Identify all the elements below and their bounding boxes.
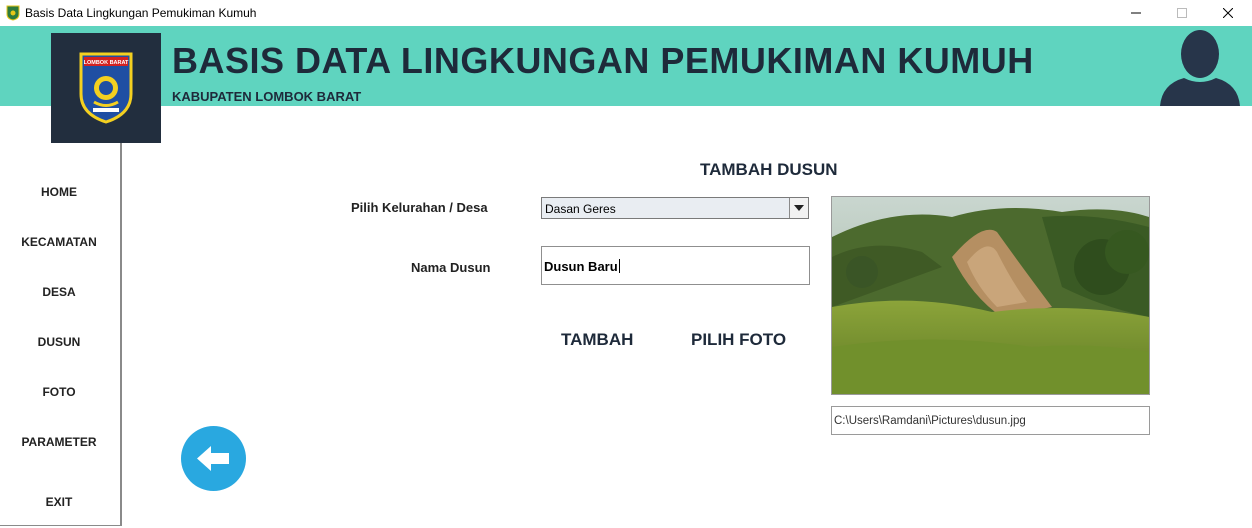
back-button[interactable] <box>181 426 246 491</box>
app-subtitle: KABUPATEN LOMBOK BARAT <box>172 89 362 104</box>
photo-path-value: C:\Users\Ramdani\Pictures\dusun.jpg <box>834 415 1026 427</box>
minimize-button[interactable] <box>1113 0 1159 26</box>
emblem-label: LOMBOK BARAT <box>84 60 129 66</box>
landscape-photo <box>832 197 1149 394</box>
user-silhouette-icon <box>1160 30 1240 106</box>
sidebar-item-exit[interactable]: EXIT <box>0 495 118 509</box>
tambah-button[interactable]: TAMBAH <box>561 330 633 350</box>
logo-panel: LOMBOK BARAT <box>51 33 161 143</box>
window-title: Basis Data Lingkungan Pemukiman Kumuh <box>25 6 257 20</box>
dusun-photo-preview <box>831 196 1150 395</box>
sidebar-item-parameter[interactable]: PARAMETER <box>0 435 118 449</box>
pilih-foto-button[interactable]: PILIH FOTO <box>691 330 786 350</box>
close-button[interactable] <box>1205 0 1251 26</box>
sidebar: HOME KECAMATAN DESA DUSUN FOTO PARAMETER… <box>0 143 122 526</box>
sidebar-item-desa[interactable]: DESA <box>0 285 118 299</box>
sidebar-item-foto[interactable]: FOTO <box>0 385 118 399</box>
desa-select-value: Dasan Geres <box>545 202 616 216</box>
app-title: BASIS DATA LINGKUNGAN PEMUKIMAN KUMUH <box>172 40 1034 81</box>
maximize-button[interactable] <box>1159 0 1205 26</box>
arrow-left-icon <box>197 446 229 471</box>
dusun-label: Nama Dusun <box>411 260 491 275</box>
sidebar-item-kecamatan[interactable]: KECAMATAN <box>0 235 118 249</box>
minimize-icon <box>1131 12 1141 14</box>
chevron-down-icon <box>794 205 804 211</box>
desa-select[interactable]: Dasan Geres <box>541 197 809 219</box>
sidebar-item-dusun[interactable]: DUSUN <box>0 335 118 349</box>
app-icon <box>6 5 20 21</box>
dusun-name-text: Dusun Baru <box>544 259 618 274</box>
dusun-name-input[interactable]: Dusun Baru <box>541 246 810 285</box>
form-title: TAMBAH DUSUN <box>700 160 838 179</box>
window-titlebar: Basis Data Lingkungan Pemukiman Kumuh <box>0 0 1252 26</box>
maximize-icon <box>1177 8 1187 18</box>
desa-label: Pilih Kelurahan / Desa <box>351 200 488 215</box>
lombok-barat-emblem: LOMBOK BARAT <box>79 52 133 124</box>
photo-path-field[interactable]: C:\Users\Ramdani\Pictures\dusun.jpg <box>831 406 1150 435</box>
dropdown-arrow-button[interactable] <box>789 198 808 218</box>
text-caret <box>618 259 620 273</box>
close-icon <box>1223 8 1233 18</box>
sidebar-item-home[interactable]: HOME <box>0 185 118 199</box>
dusun-name-value: Dusun Baru <box>544 259 620 274</box>
